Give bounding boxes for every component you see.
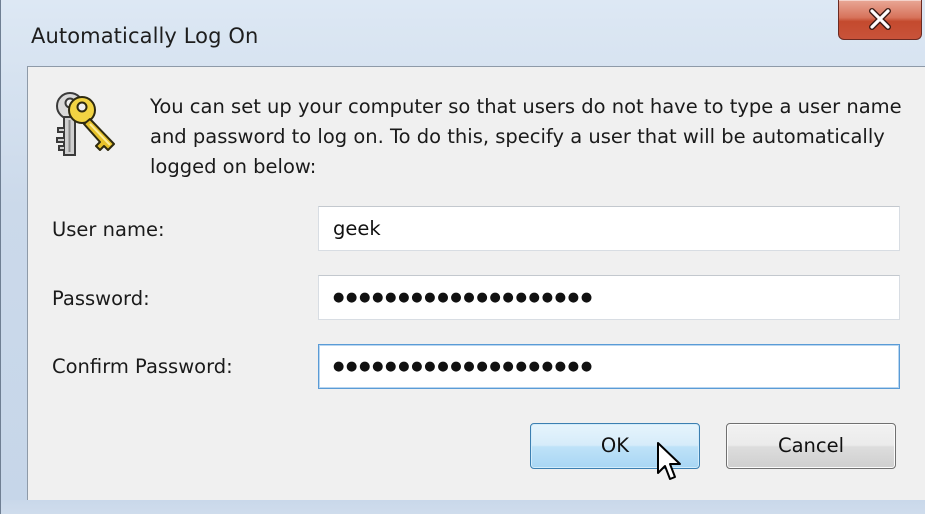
mouse-cursor-icon: [657, 442, 681, 480]
title-bar[interactable]: Automatically Log On: [1, 0, 925, 66]
username-label: User name:: [52, 218, 165, 241]
confirm-password-label: Confirm Password:: [52, 355, 233, 378]
window-bottom-border: [1, 500, 925, 514]
confirm-password-input[interactable]: ●●●●●●●●●●●●●●●●●●●●: [318, 344, 900, 389]
close-icon: [869, 8, 891, 30]
dialog-content: You can set up your computer so that use…: [27, 66, 925, 500]
keys-icon: [56, 92, 115, 156]
dialog-window: Automatically Log On You can set up your…: [0, 0, 925, 514]
close-button[interactable]: [838, 0, 922, 40]
username-input[interactable]: geek: [318, 206, 900, 251]
window-title: Automatically Log On: [31, 24, 259, 48]
password-label: Password:: [52, 287, 150, 310]
cancel-button[interactable]: Cancel: [726, 423, 896, 469]
dialog-message: You can set up your computer so that use…: [150, 95, 902, 178]
password-input[interactable]: ●●●●●●●●●●●●●●●●●●●●: [318, 275, 900, 320]
